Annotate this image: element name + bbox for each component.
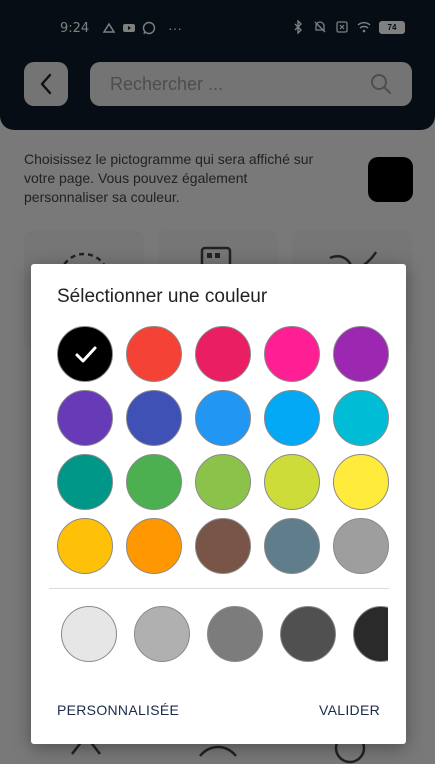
color-swatch[interactable] bbox=[195, 454, 251, 510]
color-swatch[interactable] bbox=[57, 326, 113, 382]
color-swatch[interactable] bbox=[57, 518, 113, 574]
shade-swatch[interactable] bbox=[353, 606, 388, 662]
shade-swatch[interactable] bbox=[207, 606, 263, 662]
phone-screen: 9:24 ··· 74 Choisissez le pictogramme q bbox=[0, 0, 435, 764]
validate-button[interactable]: VALIDER bbox=[319, 702, 380, 718]
color-swatch[interactable] bbox=[126, 454, 182, 510]
color-swatch[interactable] bbox=[126, 518, 182, 574]
shade-swatch[interactable] bbox=[280, 606, 336, 662]
color-swatch[interactable] bbox=[57, 390, 113, 446]
shade-swatch[interactable] bbox=[61, 606, 117, 662]
checkmark-icon bbox=[75, 346, 97, 363]
color-swatch[interactable] bbox=[333, 454, 389, 510]
color-swatch[interactable] bbox=[195, 390, 251, 446]
color-swatch[interactable] bbox=[264, 518, 320, 574]
color-swatch[interactable] bbox=[126, 390, 182, 446]
color-picker-dialog: Sélectionner une couleur PERSONNALISÉE V… bbox=[31, 264, 406, 744]
color-swatch[interactable] bbox=[333, 518, 389, 574]
color-swatch[interactable] bbox=[195, 518, 251, 574]
dialog-title: Sélectionner une couleur bbox=[57, 286, 268, 307]
color-swatch[interactable] bbox=[264, 326, 320, 382]
color-swatch[interactable] bbox=[264, 390, 320, 446]
divider bbox=[49, 588, 389, 589]
custom-color-button[interactable]: PERSONNALISÉE bbox=[57, 702, 179, 718]
color-swatch[interactable] bbox=[195, 326, 251, 382]
shade-row bbox=[31, 600, 388, 670]
color-swatch[interactable] bbox=[333, 326, 389, 382]
color-swatch[interactable] bbox=[57, 454, 113, 510]
shade-swatch[interactable] bbox=[134, 606, 190, 662]
color-swatch[interactable] bbox=[126, 326, 182, 382]
color-swatch[interactable] bbox=[264, 454, 320, 510]
color-swatch[interactable] bbox=[333, 390, 389, 446]
